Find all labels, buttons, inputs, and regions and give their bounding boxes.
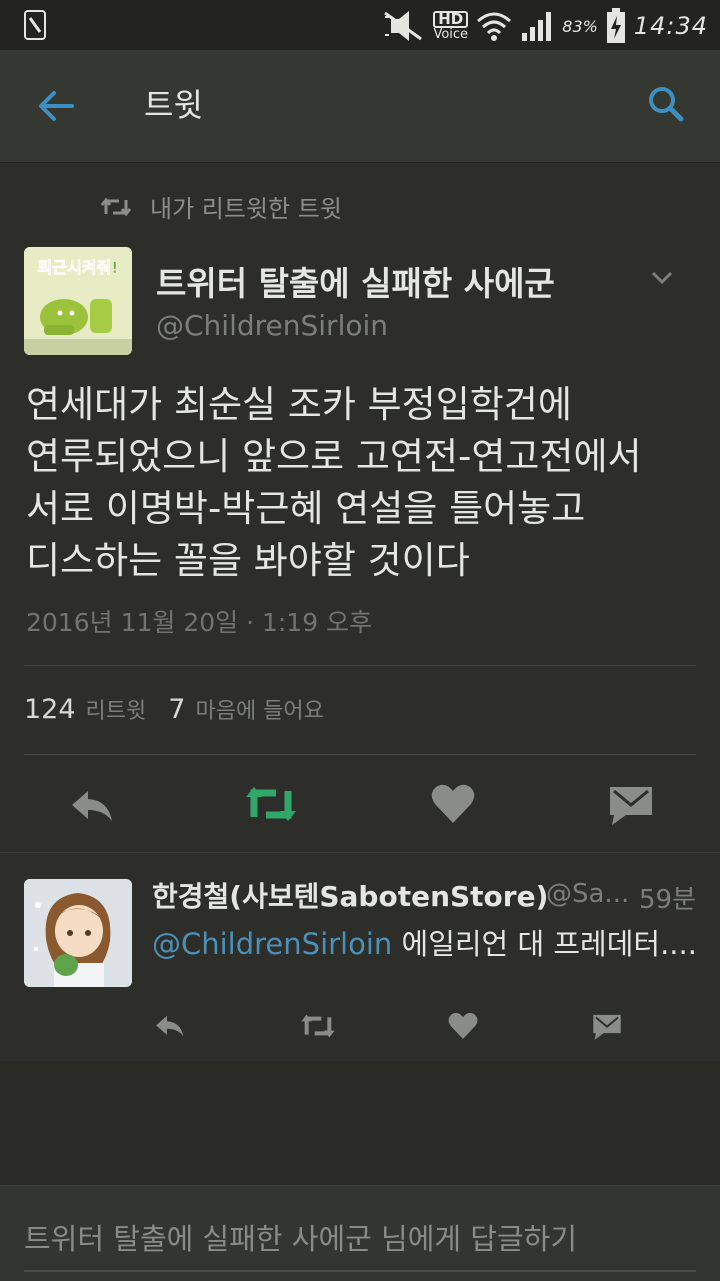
tweet-text-line: 연루되었으니 앞으로 고연전-연고전에서 — [26, 435, 642, 478]
heart-icon[interactable] — [446, 1009, 480, 1043]
app-bar: 트윗 — [0, 50, 720, 163]
reply-mention-link[interactable]: @ChildrenSirloin — [152, 927, 392, 961]
clock: 14:34 — [633, 12, 708, 40]
voice-label: Voice — [433, 27, 469, 42]
author-name[interactable]: 트위터 탈출에 실패한 사에군 — [156, 257, 555, 305]
tweet-text-line: 디스하는 꼴을 봐야할 것이다 — [26, 539, 470, 582]
retweet-context-label: 내가 리트윗한 트윗 — [150, 195, 342, 223]
avatar-image: 퇴근시켜줘! — [24, 247, 132, 355]
battery-charging-icon — [606, 8, 625, 43]
tweet-actions — [0, 771, 720, 841]
signal-icon — [522, 12, 552, 41]
reply-icon[interactable] — [152, 1009, 186, 1043]
message-icon[interactable] — [608, 779, 654, 829]
reply-tweet[interactable]: 한경철(사보텐SabotenStore) @Sa... 59분 @Childre… — [0, 852, 720, 1062]
status-icons: HD Voice 83% 14:34 — [381, 6, 708, 46]
retweet-count-label[interactable]: 리트윗 — [86, 693, 147, 725]
reply-text-body: 에일리언 대 프레데터.... — [392, 927, 697, 961]
heart-icon[interactable] — [428, 779, 478, 829]
divider — [24, 754, 696, 755]
screenshot-notification-icon — [24, 10, 46, 40]
reply-author-name[interactable]: 한경철(사보텐SabotenStore) — [152, 875, 548, 915]
reply-composer[interactable]: 트위터 탈출에 실패한 사에군 님에게 답글하기 — [0, 1185, 720, 1281]
tweet-detail: 내가 리트윗한 트윗 퇴근시켜줘! 트위터 탈출에 실패한 사에군 @Child… — [0, 163, 720, 851]
reply-text: @ChildrenSirloin 에일리언 대 프레데터.... — [152, 921, 697, 963]
retweet-icon[interactable] — [244, 779, 298, 829]
search-icon[interactable] — [646, 84, 686, 124]
reply-time: 59분 — [638, 885, 696, 915]
status-bar: HD Voice 83% 14:34 — [0, 0, 720, 50]
hd-voice-indicator: HD Voice — [433, 11, 469, 42]
tweet-text-line: 서로 이명박-박근혜 연설을 틀어놓고 — [26, 487, 586, 530]
author-handle[interactable]: @ChildrenSirloin — [156, 309, 388, 342]
mute-icon — [384, 11, 423, 41]
retweet-context: 내가 리트윗한 트윗 — [100, 189, 342, 224]
avatar-text: 퇴근시켜줘! — [38, 258, 119, 277]
wifi-icon — [477, 12, 512, 41]
reply-icon[interactable] — [66, 781, 116, 831]
back-arrow-icon[interactable] — [36, 86, 76, 126]
like-count[interactable]: 7 — [168, 694, 185, 725]
tweet-stats: 124 리트윗 7 마음에 들어요 — [24, 693, 324, 725]
hd-label: HD — [433, 11, 469, 28]
reply-author-handle[interactable]: @Sa... — [546, 879, 629, 909]
tweet-text: 연세대가 최순실 조카 부정입학건에 연루되었으니 앞으로 고연전-연고전에서 … — [26, 379, 706, 587]
page-title: 트윗 — [144, 86, 203, 124]
avatar-image — [24, 879, 132, 987]
author-avatar[interactable]: 퇴근시켜줘! — [24, 247, 132, 355]
retweet-count[interactable]: 124 — [24, 694, 76, 725]
divider — [24, 665, 696, 666]
retweet-icon[interactable] — [300, 1009, 336, 1043]
retweet-icon — [100, 197, 132, 216]
reply-input-placeholder[interactable]: 트위터 탈출에 실패한 사에군 님에게 답글하기 — [24, 1216, 577, 1258]
tweet-text-line: 연세대가 최순실 조카 부정입학건에 — [26, 383, 572, 426]
reply-author-avatar[interactable] — [24, 879, 132, 987]
empty-area — [0, 1061, 720, 1185]
tweet-timestamp: 2016년 11월 20일 · 1:19 오후 — [26, 608, 373, 637]
reply-input-underline — [24, 1270, 696, 1272]
message-icon[interactable] — [592, 1009, 622, 1043]
chevron-down-icon[interactable] — [648, 263, 676, 291]
like-count-label[interactable]: 마음에 들어요 — [195, 693, 323, 725]
battery-percent: 83% — [562, 16, 598, 36]
